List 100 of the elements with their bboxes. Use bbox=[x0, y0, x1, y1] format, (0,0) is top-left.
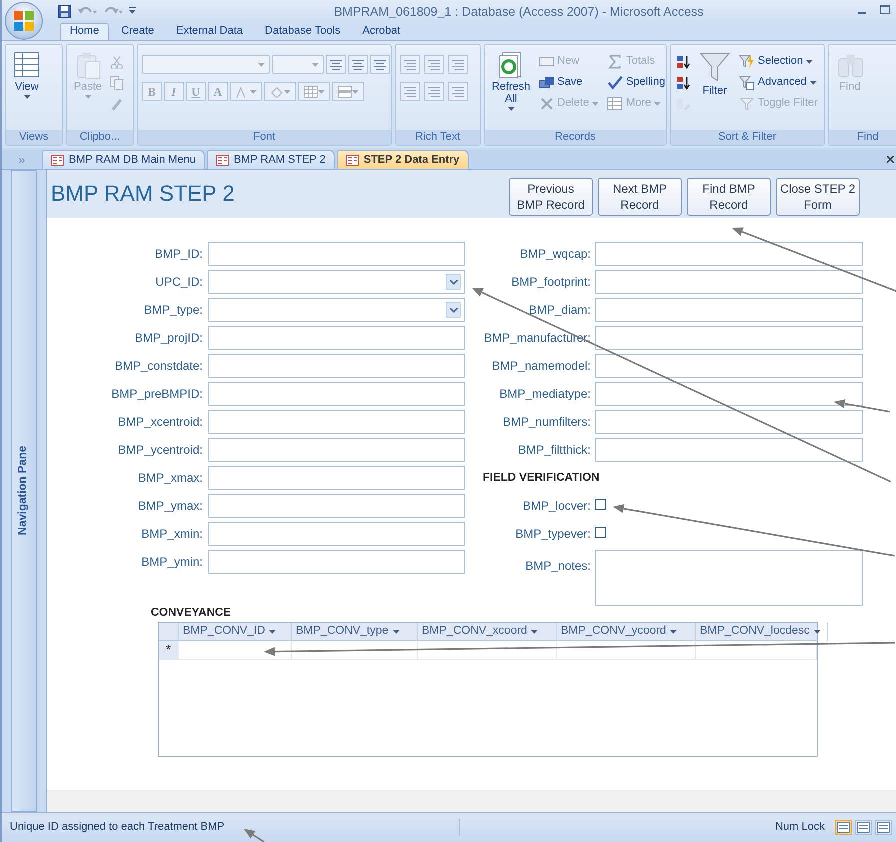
column-header[interactable]: BMP_CONV_xcoord bbox=[418, 623, 557, 641]
ribbon-button[interactable]: Save bbox=[538, 72, 600, 93]
combo-field[interactable] bbox=[208, 270, 465, 294]
ribbon-button[interactable]: View bbox=[10, 49, 44, 101]
field-label: BMP_ID: bbox=[154, 246, 203, 263]
text-field[interactable] bbox=[595, 410, 863, 434]
ribbon-tab[interactable]: Database Tools bbox=[255, 23, 351, 40]
ribbon-tab[interactable]: Acrobat bbox=[352, 23, 411, 40]
group-label: Sort & Filter bbox=[671, 130, 824, 145]
save-icon bbox=[538, 74, 555, 90]
text-field[interactable] bbox=[595, 242, 863, 266]
caret-icon bbox=[258, 62, 265, 66]
form-button[interactable]: Previous BMP Record bbox=[509, 178, 593, 216]
align-button[interactable] bbox=[326, 55, 346, 74]
text-field[interactable] bbox=[208, 466, 465, 490]
field-label: BMP_xcentroid: bbox=[117, 414, 203, 431]
text-field[interactable] bbox=[595, 270, 863, 294]
highlight-icon bbox=[452, 86, 464, 96]
fill-color-icon bbox=[270, 86, 284, 98]
caret-icon bbox=[814, 630, 821, 634]
caret-icon bbox=[312, 62, 319, 66]
form-icon bbox=[216, 154, 229, 166]
field-label: UPC_ID: bbox=[154, 274, 203, 291]
record-selector[interactable]: * bbox=[159, 641, 179, 659]
column-header[interactable]: BMP_CONV_type bbox=[292, 623, 418, 641]
column-header[interactable]: BMP_CONV_ycoord bbox=[557, 623, 696, 641]
text-field[interactable] bbox=[208, 438, 465, 462]
ribbon-tab[interactable]: External Data bbox=[166, 23, 254, 40]
ribbon-button[interactable]: Selection bbox=[738, 51, 819, 72]
sort-ascending-icon bbox=[676, 54, 691, 68]
text-field[interactable] bbox=[208, 550, 465, 574]
form-icon bbox=[346, 154, 359, 166]
format-button[interactable] bbox=[230, 82, 262, 101]
group-label: Rich Text bbox=[396, 130, 480, 145]
text-field[interactable] bbox=[208, 522, 465, 546]
format-button[interactable] bbox=[332, 82, 364, 101]
document-tab[interactable]: BMP RAM DB Main Menu bbox=[42, 150, 205, 169]
text-field[interactable] bbox=[595, 298, 863, 322]
text-field[interactable] bbox=[595, 382, 863, 406]
caret-icon bbox=[269, 630, 276, 634]
group-label: Records bbox=[485, 130, 666, 145]
paragraph-icon bbox=[452, 60, 464, 70]
caret-icon bbox=[250, 90, 256, 94]
caret-icon bbox=[392, 630, 400, 634]
text-field[interactable] bbox=[208, 242, 465, 266]
text-field[interactable] bbox=[208, 382, 465, 406]
field-label: BMP_namemodel: bbox=[491, 358, 591, 375]
align-button[interactable] bbox=[348, 55, 368, 74]
format-button[interactable] bbox=[264, 82, 296, 101]
checkbox[interactable] bbox=[595, 499, 606, 510]
annotation-arrow bbox=[244, 829, 264, 842]
align-button[interactable] bbox=[370, 55, 390, 74]
field-label: BMP_type: bbox=[143, 302, 203, 319]
column-header[interactable]: BMP_CONV_locdesc bbox=[696, 623, 828, 641]
form-view-icon bbox=[837, 822, 850, 833]
format-button[interactable] bbox=[298, 82, 330, 101]
delete-icon bbox=[538, 96, 555, 112]
group-label: Find bbox=[829, 130, 896, 145]
window-title: BMPRAM_061809_1 : Database (Access 2007) - Microsoft Access bbox=[333, 4, 705, 21]
text-field[interactable] bbox=[208, 410, 465, 434]
design-view-button[interactable] bbox=[875, 820, 892, 835]
gridlines-icon bbox=[304, 86, 318, 98]
field-label: BMP_ymin: bbox=[140, 554, 203, 571]
table-icon bbox=[607, 96, 624, 112]
navigation-pane[interactable]: Navigation Pane bbox=[11, 170, 37, 812]
font-field[interactable] bbox=[142, 55, 270, 74]
text-field[interactable] bbox=[208, 326, 465, 350]
document-tab[interactable]: STEP 2 Data Entry bbox=[336, 150, 469, 169]
text-field[interactable] bbox=[595, 326, 863, 350]
column-header[interactable]: BMP_CONV_ID bbox=[179, 623, 292, 641]
document-tab[interactable]: BMP RAM STEP 2 bbox=[206, 150, 335, 169]
field-label: BMP_xmin: bbox=[140, 526, 203, 543]
form-button[interactable]: Next BMP Record bbox=[598, 178, 682, 216]
ribbon-button[interactable]: Refresh All bbox=[489, 49, 534, 113]
ribbon-tab[interactable]: Create bbox=[111, 23, 164, 40]
text-field[interactable] bbox=[208, 354, 465, 378]
align-icon bbox=[330, 60, 342, 70]
close-icon bbox=[887, 156, 894, 163]
text-field[interactable] bbox=[208, 494, 465, 518]
form-icon bbox=[51, 154, 64, 166]
copy-icon bbox=[110, 76, 124, 90]
text-field[interactable] bbox=[595, 354, 863, 378]
form-view-button[interactable] bbox=[835, 820, 852, 835]
form-button[interactable]: Find BMP Record bbox=[687, 178, 771, 216]
datasheet-view-button[interactable] bbox=[855, 820, 872, 835]
group-label: Font bbox=[138, 130, 391, 145]
checkbox[interactable] bbox=[595, 527, 606, 538]
ribbon-button[interactable]: Filter bbox=[696, 49, 734, 99]
ribbon-button[interactable]: Advanced bbox=[738, 72, 819, 93]
ribbon-button[interactable]: Spelling bbox=[606, 72, 666, 93]
ribbon-tab[interactable]: Home bbox=[60, 23, 110, 40]
undo-icon bbox=[77, 6, 97, 16]
redo-icon bbox=[103, 6, 123, 16]
filter-icon bbox=[699, 51, 731, 83]
form-title: BMP RAM STEP 2 bbox=[51, 180, 235, 208]
notes-field[interactable] bbox=[595, 550, 863, 606]
combo-field[interactable] bbox=[208, 298, 465, 322]
form-button[interactable]: Close STEP 2 Form bbox=[776, 178, 860, 216]
font-size-field[interactable] bbox=[272, 55, 324, 74]
text-field[interactable] bbox=[595, 438, 863, 462]
